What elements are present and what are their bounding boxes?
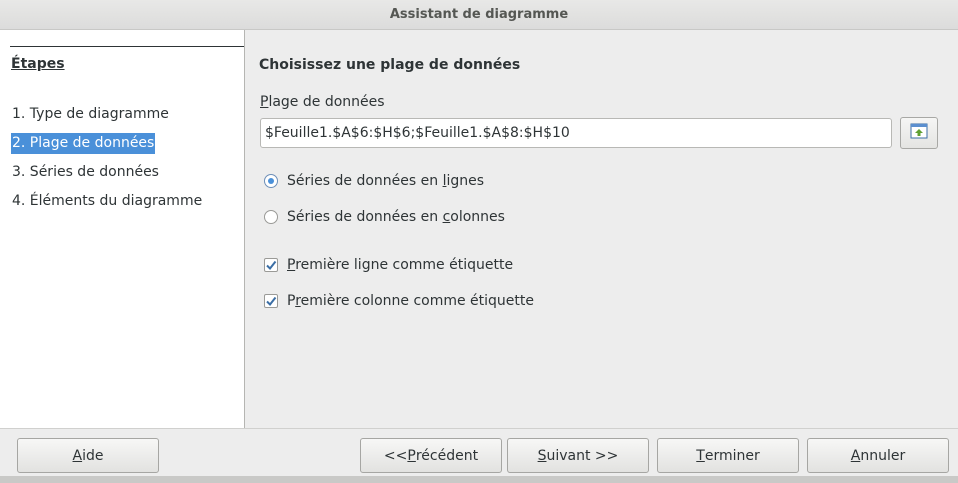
page-title: Choisissez une plage de données (259, 57, 521, 73)
step-data-series[interactable]: 3. Séries de données (11, 162, 160, 183)
next-button[interactable]: Suivant >> (507, 438, 649, 473)
steps-sidebar: Étapes 1. Type de diagramme 2. Plage de … (0, 30, 245, 428)
sidebar-divider (10, 46, 244, 47)
help-button[interactable]: Aide (17, 438, 159, 473)
radio-series-columns[interactable]: Séries de données en colonnes (264, 209, 505, 225)
checkmark-icon (266, 260, 277, 271)
radio-rows-indicator[interactable] (264, 174, 278, 188)
finish-button[interactable]: Terminer (657, 438, 799, 473)
shrink-dialog-icon (910, 123, 928, 143)
main-panel: Choisissez une plage de données Plage de… (246, 30, 958, 428)
radio-columns-indicator[interactable] (264, 210, 278, 224)
previous-button[interactable]: << Précédent (360, 438, 502, 473)
cancel-button[interactable]: Annuler (807, 438, 949, 473)
step-chart-type[interactable]: 1. Type de diagramme (11, 104, 170, 125)
window-title: Assistant de diagramme (389, 7, 569, 22)
step-data-range[interactable]: 2. Plage de données (11, 133, 156, 154)
shrink-button[interactable] (900, 117, 938, 149)
radio-rows-label: Séries de données en lignes (287, 173, 485, 189)
checkmark-icon (266, 296, 277, 307)
window-title-bar: Assistant de diagramme (0, 0, 958, 30)
button-bar: Aide << Précédent Suivant >> Terminer An… (0, 428, 958, 483)
first-column-label-text: Première colonne comme étiquette (287, 293, 535, 309)
steps-heading: Étapes (11, 56, 65, 72)
first-row-label-text: Première ligne comme étiquette (287, 257, 514, 273)
data-range-label: Plage de données (260, 94, 385, 110)
data-range-input[interactable] (260, 118, 892, 148)
checkbox-first-column-box[interactable] (264, 294, 278, 308)
checkbox-first-row-label[interactable]: Première ligne comme étiquette (264, 257, 513, 273)
radio-columns-label: Séries de données en colonnes (287, 209, 505, 225)
step-chart-elements[interactable]: 4. Éléments du diagramme (11, 191, 203, 212)
checkbox-first-row-box[interactable] (264, 258, 278, 272)
radio-series-rows[interactable]: Séries de données en lignes (264, 173, 484, 189)
window-bottom-edge (0, 476, 958, 483)
checkbox-first-column-label[interactable]: Première colonne comme étiquette (264, 293, 534, 309)
